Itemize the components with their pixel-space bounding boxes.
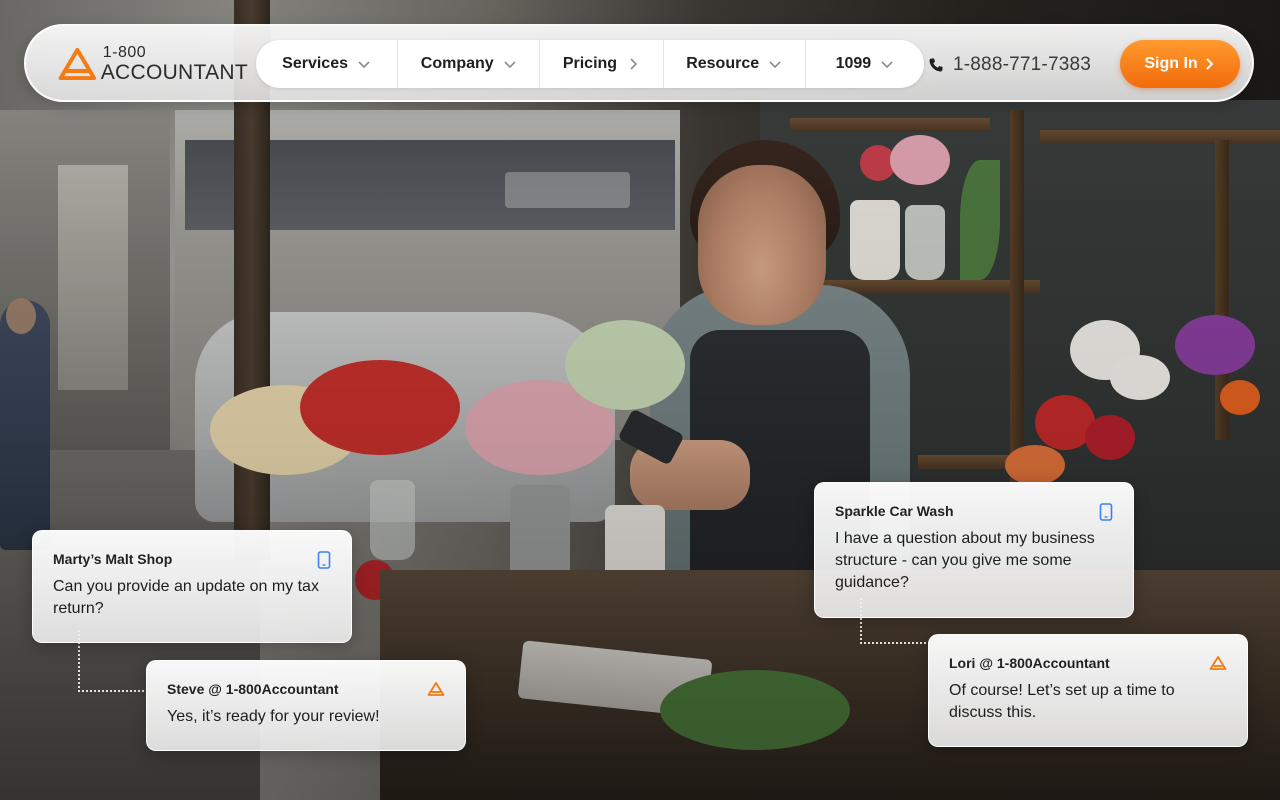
chevron-down-icon bbox=[769, 61, 781, 69]
nav-item-company[interactable]: Company bbox=[398, 40, 541, 88]
chat-message: Can you provide an update on my tax retu… bbox=[53, 578, 319, 617]
nav-item-label: Services bbox=[282, 55, 348, 72]
sign-in-button[interactable]: Sign In bbox=[1120, 40, 1240, 88]
brand-logo-icon bbox=[1209, 656, 1227, 670]
chevron-right-icon bbox=[630, 58, 638, 70]
nav-item-label: Company bbox=[420, 55, 494, 72]
logo-text-top: 1-800 bbox=[102, 44, 147, 61]
nav-item-label: Resource bbox=[686, 55, 760, 72]
brand-logo[interactable]: 1-800 ACCOUNTANT bbox=[58, 42, 248, 86]
mobile-phone-icon bbox=[1099, 503, 1113, 521]
chevron-right-icon bbox=[1205, 58, 1214, 70]
sign-in-label: Sign In bbox=[1144, 55, 1198, 72]
phone-icon bbox=[929, 58, 943, 72]
chat-message: Yes, it’s ready for your review! bbox=[167, 708, 380, 725]
phone-number: 1-888-771-7383 bbox=[953, 54, 1092, 75]
chat-card-customer: Sparkle Car Wash I have a question about… bbox=[814, 482, 1134, 618]
phone-link[interactable]: 1-888-771-7383 bbox=[928, 54, 1091, 76]
nav-item-label: Pricing bbox=[562, 55, 618, 72]
chevron-down-icon bbox=[358, 61, 370, 69]
mobile-phone-icon bbox=[317, 551, 331, 569]
chat-sender-name: Steve @ 1-800Accountant bbox=[167, 681, 339, 697]
nav-item-resource[interactable]: Resource bbox=[664, 40, 806, 88]
nav-menu: Services Company Pricing Resource 1099 bbox=[256, 40, 924, 88]
brand-wordmark: 1-800 ACCOUNTANT bbox=[100, 44, 248, 84]
nav-item-pricing[interactable]: Pricing bbox=[540, 40, 664, 88]
nav-item-services[interactable]: Services bbox=[256, 40, 399, 88]
nav-item-label: 1099 bbox=[835, 55, 872, 72]
chat-message: Of course! Let’s set up a time to discus… bbox=[949, 682, 1175, 721]
chevron-down-icon bbox=[504, 61, 516, 69]
chat-card-agent: Steve @ 1-800Accountant Yes, it’s ready … bbox=[146, 660, 466, 751]
chat-sender-name: Sparkle Car Wash bbox=[835, 503, 954, 519]
chevron-down-icon bbox=[881, 61, 893, 69]
chat-card-agent: Lori @ 1-800Accountant Of course! Let’s … bbox=[928, 634, 1248, 747]
nav-item-1099[interactable]: 1099 bbox=[806, 40, 924, 88]
brand-logo-icon bbox=[58, 47, 97, 81]
brand-logo-icon bbox=[427, 682, 445, 696]
chat-sender-name: Lori @ 1-800Accountant bbox=[949, 655, 1110, 671]
chat-sender-name: Marty’s Malt Shop bbox=[53, 551, 173, 567]
main-navigation: 1-800 ACCOUNTANT Services Company Pricin… bbox=[24, 24, 1254, 102]
logo-text-bottom: ACCOUNTANT bbox=[100, 61, 248, 84]
chat-card-customer: Marty’s Malt Shop Can you provide an upd… bbox=[32, 530, 352, 643]
chat-message: I have a question about my business stru… bbox=[835, 530, 1095, 591]
